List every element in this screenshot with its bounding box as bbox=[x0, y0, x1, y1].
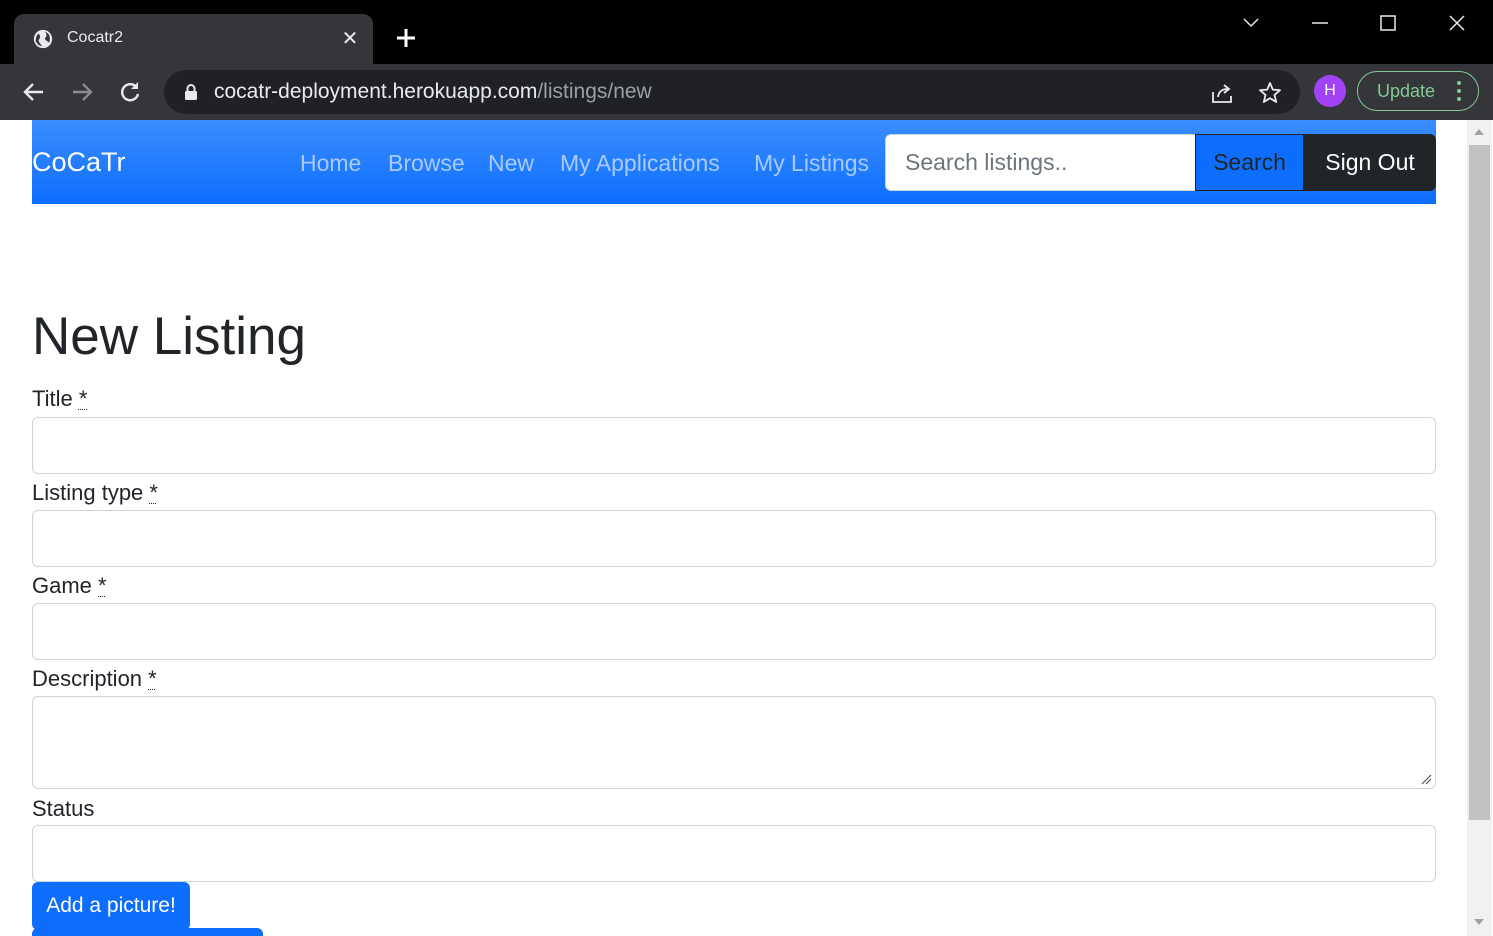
new-tab-icon[interactable] bbox=[392, 24, 420, 52]
back-arrow-icon[interactable] bbox=[20, 78, 48, 106]
url-host: cocatr-deployment.herokuapp.com bbox=[214, 80, 538, 103]
required-marker: * bbox=[148, 666, 157, 691]
update-button[interactable]: Update bbox=[1357, 71, 1479, 111]
game-label-text: Game bbox=[32, 573, 92, 598]
listing-type-input[interactable] bbox=[32, 510, 1436, 567]
nav-link-browse[interactable]: Browse bbox=[388, 150, 465, 177]
required-marker: * bbox=[78, 386, 88, 411]
page-viewport: CoCaTr Home Browse New My Applications M… bbox=[1, 120, 1467, 936]
required-marker: * bbox=[149, 480, 158, 505]
forward-arrow-icon[interactable] bbox=[68, 78, 96, 106]
listing-type-label-text: Listing type bbox=[32, 480, 144, 505]
title-label-text: Title bbox=[32, 386, 73, 411]
close-tab-icon[interactable]: ✕ bbox=[339, 27, 361, 49]
game-label: Game * bbox=[32, 573, 107, 599]
update-label: Update bbox=[1377, 81, 1436, 101]
scroll-down-arrow-icon[interactable] bbox=[1474, 919, 1484, 925]
nav-link-new[interactable]: New bbox=[488, 150, 534, 177]
nav-link-my-listings[interactable]: My Listings bbox=[754, 150, 869, 177]
browser-chrome: Cocatr2 ✕ cocatr-deployment.herokuapp.co… bbox=[0, 0, 1493, 120]
search-button[interactable]: Search bbox=[1195, 134, 1304, 191]
share-icon[interactable] bbox=[1209, 80, 1235, 106]
resize-grip-icon[interactable] bbox=[1420, 773, 1432, 785]
browser-toolbar: cocatr-deployment.herokuapp.com/listings… bbox=[0, 64, 1493, 120]
site-navbar: CoCaTr Home Browse New My Applications M… bbox=[32, 120, 1436, 204]
game-input[interactable] bbox=[32, 603, 1436, 660]
title-label: Title * bbox=[32, 386, 87, 412]
tab-search-chevron-icon[interactable] bbox=[1231, 8, 1271, 38]
description-label-text: Description bbox=[32, 666, 143, 691]
status-label: Status bbox=[32, 796, 94, 822]
add-picture-button[interactable]: Add a picture! bbox=[32, 882, 190, 930]
page-scrollbar[interactable] bbox=[1467, 120, 1492, 936]
listing-type-label: Listing type * bbox=[32, 480, 158, 506]
globe-icon bbox=[33, 29, 53, 49]
tab-title: Cocatr2 bbox=[67, 29, 124, 46]
title-input[interactable] bbox=[32, 417, 1436, 474]
url-text[interactable]: cocatr-deployment.herokuapp.com/listings… bbox=[214, 80, 652, 104]
address-bar[interactable]: cocatr-deployment.herokuapp.com/listings… bbox=[164, 70, 1300, 114]
nav-link-my-applications[interactable]: My Applications bbox=[560, 150, 720, 177]
more-vertical-icon bbox=[1457, 81, 1461, 101]
browser-tab[interactable]: Cocatr2 ✕ bbox=[14, 14, 373, 64]
minimize-icon[interactable] bbox=[1300, 8, 1340, 38]
required-marker: * bbox=[98, 573, 107, 598]
submit-button-partial[interactable] bbox=[32, 928, 263, 936]
description-label: Description * bbox=[32, 666, 157, 692]
nav-link-home[interactable]: Home bbox=[300, 150, 361, 177]
profile-avatar[interactable]: H bbox=[1314, 75, 1346, 107]
search-input[interactable] bbox=[885, 134, 1196, 191]
status-label-text: Status bbox=[32, 796, 95, 821]
reload-icon[interactable] bbox=[116, 78, 144, 106]
status-input[interactable] bbox=[32, 825, 1436, 882]
close-window-icon[interactable] bbox=[1437, 8, 1477, 38]
description-textarea[interactable] bbox=[32, 696, 1436, 789]
url-path: /listings/new bbox=[537, 80, 652, 103]
sign-out-button[interactable]: Sign Out bbox=[1304, 134, 1436, 191]
scroll-thumb[interactable] bbox=[1469, 145, 1490, 820]
page-title: New Listing bbox=[32, 307, 306, 366]
scroll-up-arrow-icon[interactable] bbox=[1474, 129, 1484, 135]
maximize-icon[interactable] bbox=[1368, 8, 1408, 38]
brand-logo[interactable]: CoCaTr bbox=[32, 147, 126, 178]
lock-icon[interactable] bbox=[182, 83, 200, 101]
bookmark-star-icon[interactable] bbox=[1257, 80, 1283, 106]
